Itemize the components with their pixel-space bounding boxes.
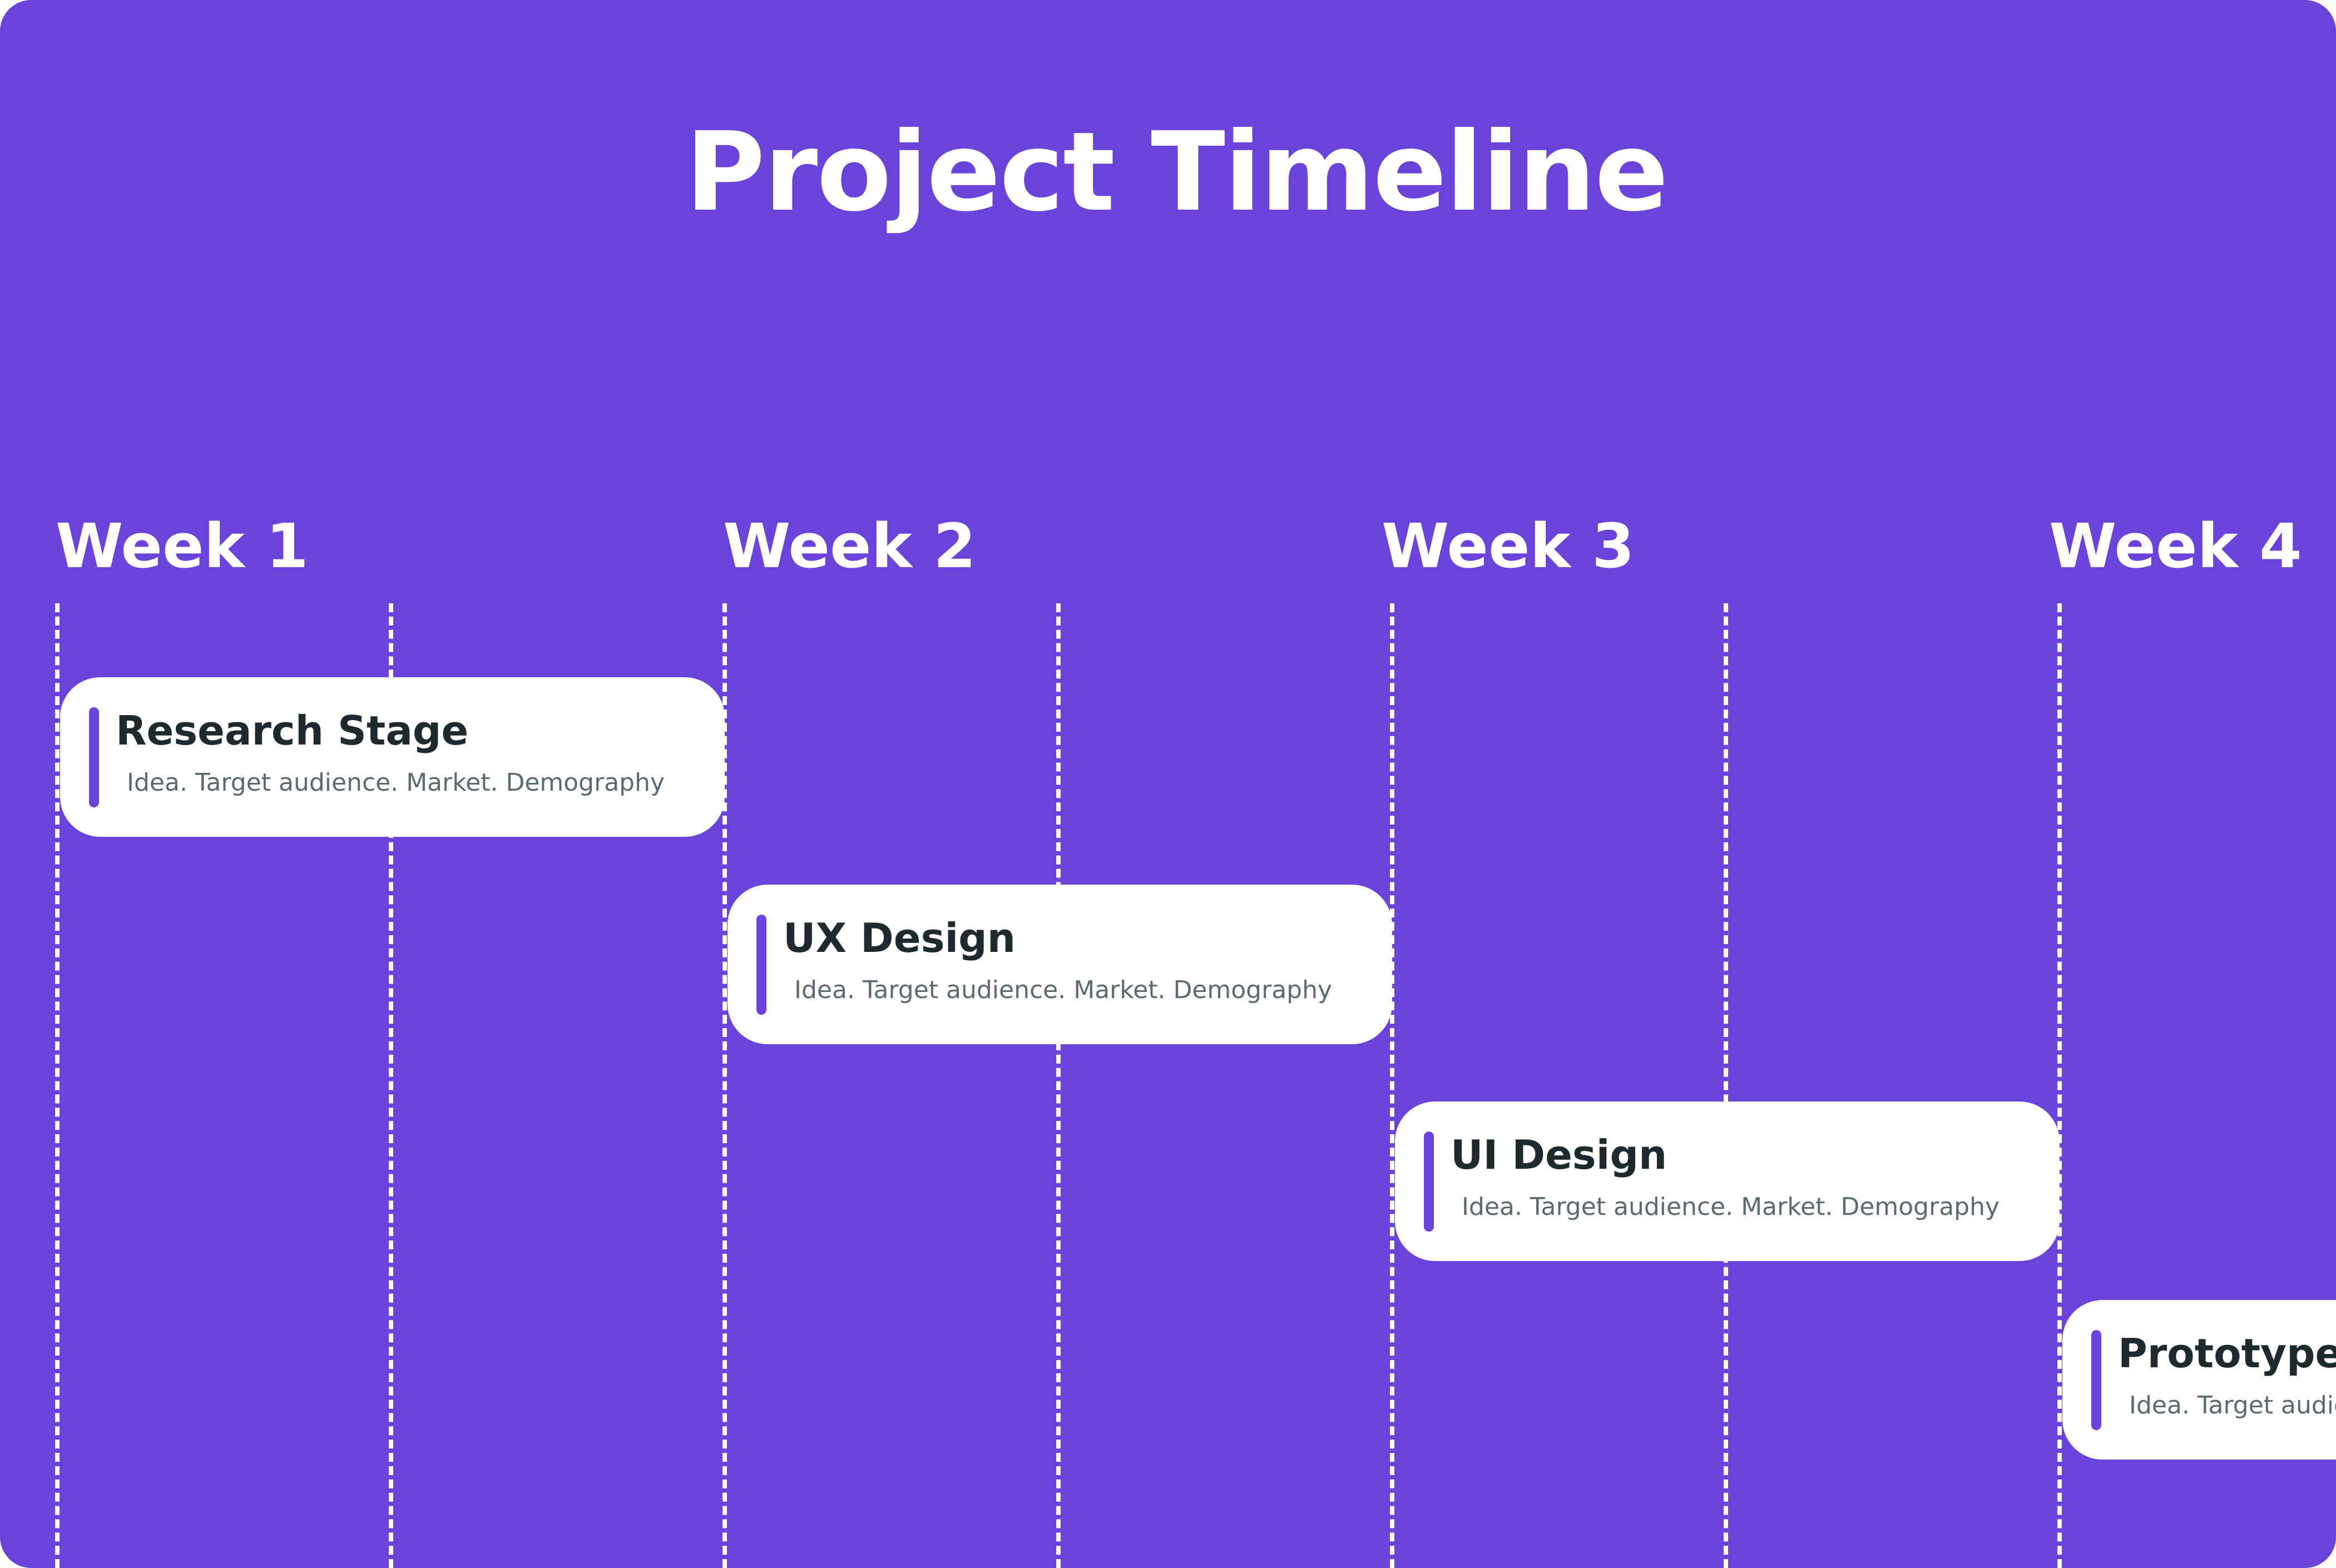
task-card-research[interactable]: Research Stage Idea. Target audience. Ma… [60,677,725,837]
task-card-prototype[interactable]: Prototype Idea. Target audience. Market.… [2062,1300,2336,1460]
week-3-mid-guide [1724,603,1728,1568]
card-accent-bar [1424,1132,1434,1232]
week-label-4: Week 4 [2049,510,2302,582]
task-title: Prototype [2118,1330,2336,1377]
week-label-2: Week 2 [723,510,976,582]
week-3-start-guide [1390,603,1394,1568]
task-title: UI Design [1451,1132,1667,1178]
task-title: Research Stage [116,707,469,754]
week-label-3: Week 3 [1382,510,1635,582]
task-card-ux-design[interactable]: UX Design Idea. Target audience. Market.… [727,885,1392,1044]
task-description: Idea. Target audience. Market. Demograph… [794,976,1333,1004]
task-description: Idea. Target audience. Market. Demograph… [2129,1391,2336,1420]
task-description: Idea. Target audience. Market. Demograph… [1462,1193,2000,1221]
week-2-mid-guide [1056,603,1061,1568]
task-card-ui-design[interactable]: UI Design Idea. Target audience. Market.… [1395,1101,2060,1261]
card-accent-bar [2091,1330,2101,1430]
timeline-canvas: Project Timeline Week 1 Week 2 Week 3 We… [0,0,2336,1568]
week-label-1: Week 1 [56,510,309,582]
week-1-start-guide [55,603,60,1568]
task-description: Idea. Target audience. Market. Demograph… [127,768,665,797]
card-accent-bar [89,707,99,807]
card-accent-bar [756,915,766,1015]
week-4-start-guide [2057,603,2062,1568]
page-title: Project Timeline [685,109,1669,236]
task-title: UX Design [783,915,1016,961]
